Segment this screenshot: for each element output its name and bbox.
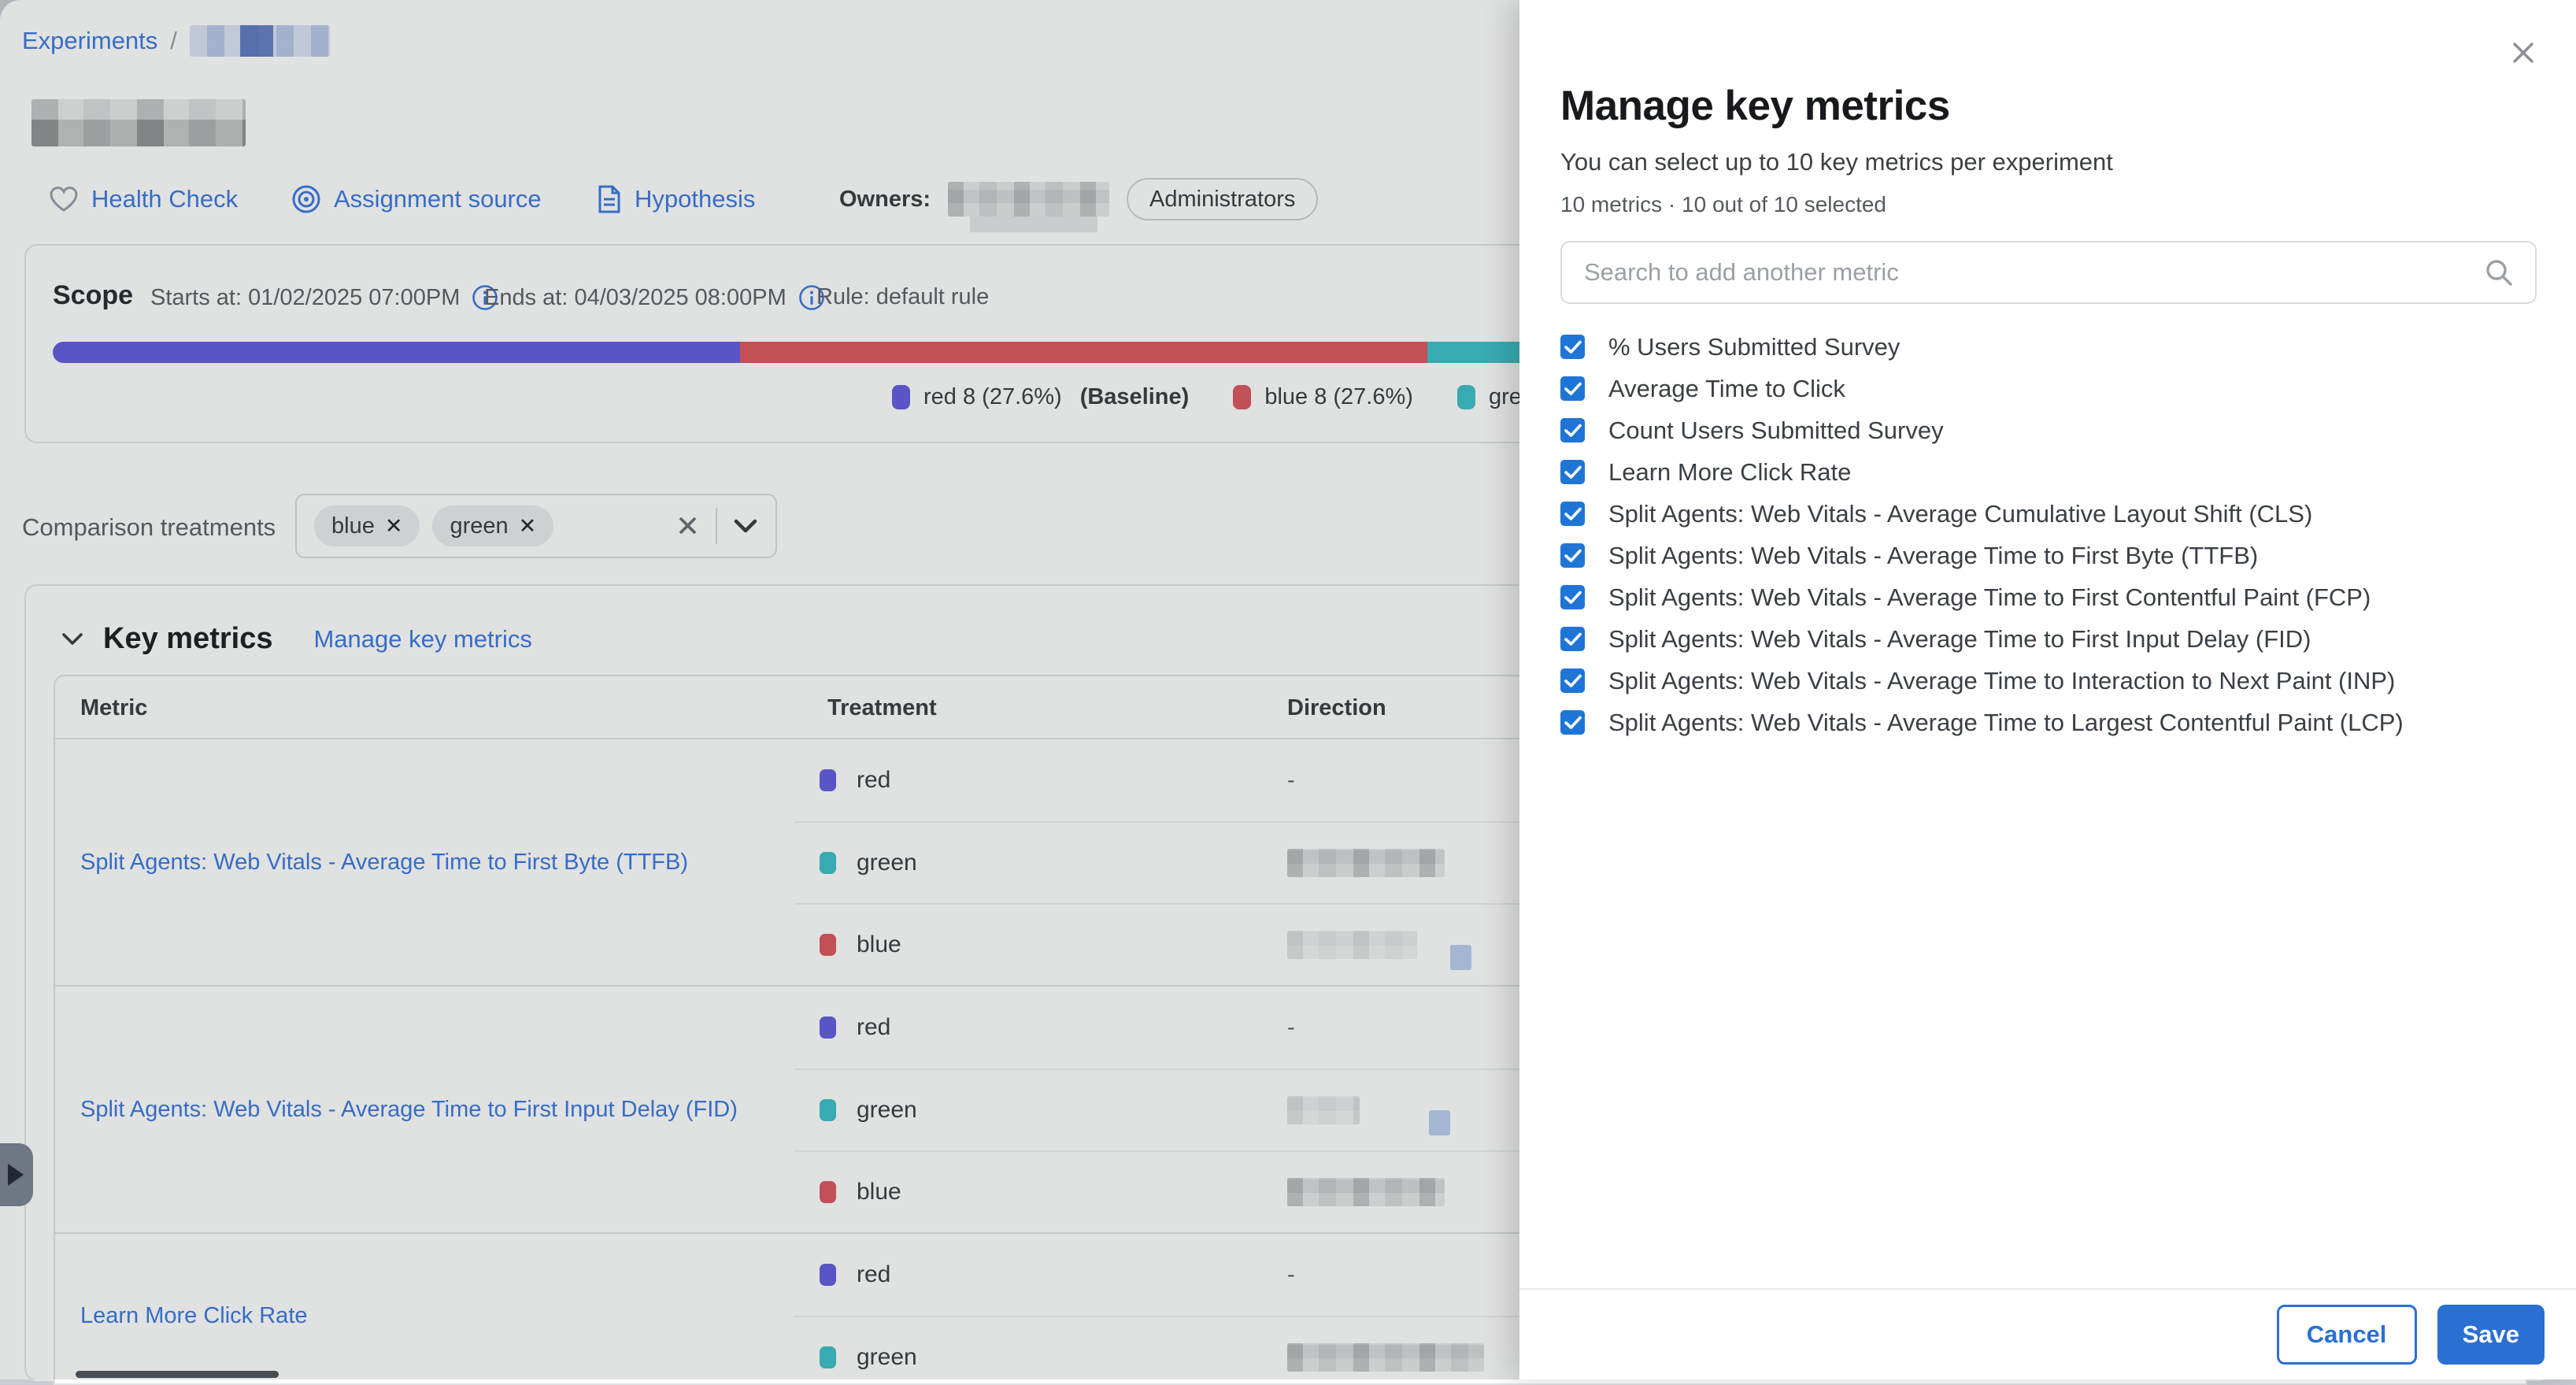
checkbox-checked-icon[interactable] [1560,502,1585,526]
checkbox-checked-icon[interactable] [1560,460,1585,484]
checkbox-checked-icon[interactable] [1560,710,1585,735]
metric-search-input[interactable] [1582,257,2483,287]
metric-label: Split Agents: Web Vitals - Average Time … [1608,667,2395,695]
metric-label: Average Time to Click [1608,375,1845,403]
metric-checklist: % Users Submitted Survey Average Time to… [1560,326,2545,743]
metric-checklist-item[interactable]: Split Agents: Web Vitals - Average Cumul… [1560,493,2545,535]
checkbox-checked-icon[interactable] [1560,543,1585,568]
drawer-footer: Cancel Save [1519,1288,2576,1379]
close-button[interactable] [2505,35,2541,71]
manage-key-metrics-drawer: Manage key metrics You can select up to … [1519,0,2576,1379]
search-icon [2483,257,2515,288]
checkbox-checked-icon[interactable] [1560,627,1585,651]
metric-label: Split Agents: Web Vitals - Average Cumul… [1608,500,2312,528]
metric-label: % Users Submitted Survey [1608,333,1900,361]
checkbox-checked-icon[interactable] [1560,418,1585,443]
metric-checklist-item[interactable]: Count Users Submitted Survey [1560,409,2545,451]
metric-label: Split Agents: Web Vitals - Average Time … [1608,583,2371,612]
save-button[interactable]: Save [2437,1305,2545,1365]
checkbox-checked-icon[interactable] [1560,376,1585,401]
cancel-button[interactable]: Cancel [2277,1305,2417,1365]
metric-checklist-item[interactable]: Split Agents: Web Vitals - Average Time … [1560,660,2545,702]
metric-label: Split Agents: Web Vitals - Average Time … [1608,709,2404,737]
metric-checklist-item[interactable]: Split Agents: Web Vitals - Average Time … [1560,618,2545,660]
checkbox-checked-icon[interactable] [1560,585,1585,609]
metric-checklist-item[interactable]: Split Agents: Web Vitals - Average Time … [1560,702,2545,743]
drawer-subtitle: You can select up to 10 key metrics per … [1560,148,2113,176]
metric-checklist-item[interactable]: Average Time to Click [1560,368,2545,409]
checkbox-checked-icon[interactable] [1560,668,1585,693]
metric-label: Learn More Click Rate [1608,458,1851,487]
metric-checklist-item[interactable]: Split Agents: Web Vitals - Average Time … [1560,535,2545,576]
metric-checklist-item[interactable]: % Users Submitted Survey [1560,326,2545,368]
metric-label: Split Agents: Web Vitals - Average Time … [1608,542,2258,570]
checkbox-checked-icon[interactable] [1560,335,1585,359]
metric-label: Split Agents: Web Vitals - Average Time … [1608,625,2311,654]
drawer-title: Manage key metrics [1560,82,1950,130]
metric-checklist-item[interactable]: Split Agents: Web Vitals - Average Time … [1560,576,2545,618]
metric-search-box [1560,241,2537,304]
close-icon [2510,39,2537,66]
selection-summary: 10 metrics · 10 out of 10 selected [1560,192,1886,217]
metric-label: Count Users Submitted Survey [1608,417,1944,445]
metric-checklist-item[interactable]: Learn More Click Rate [1560,451,2545,493]
